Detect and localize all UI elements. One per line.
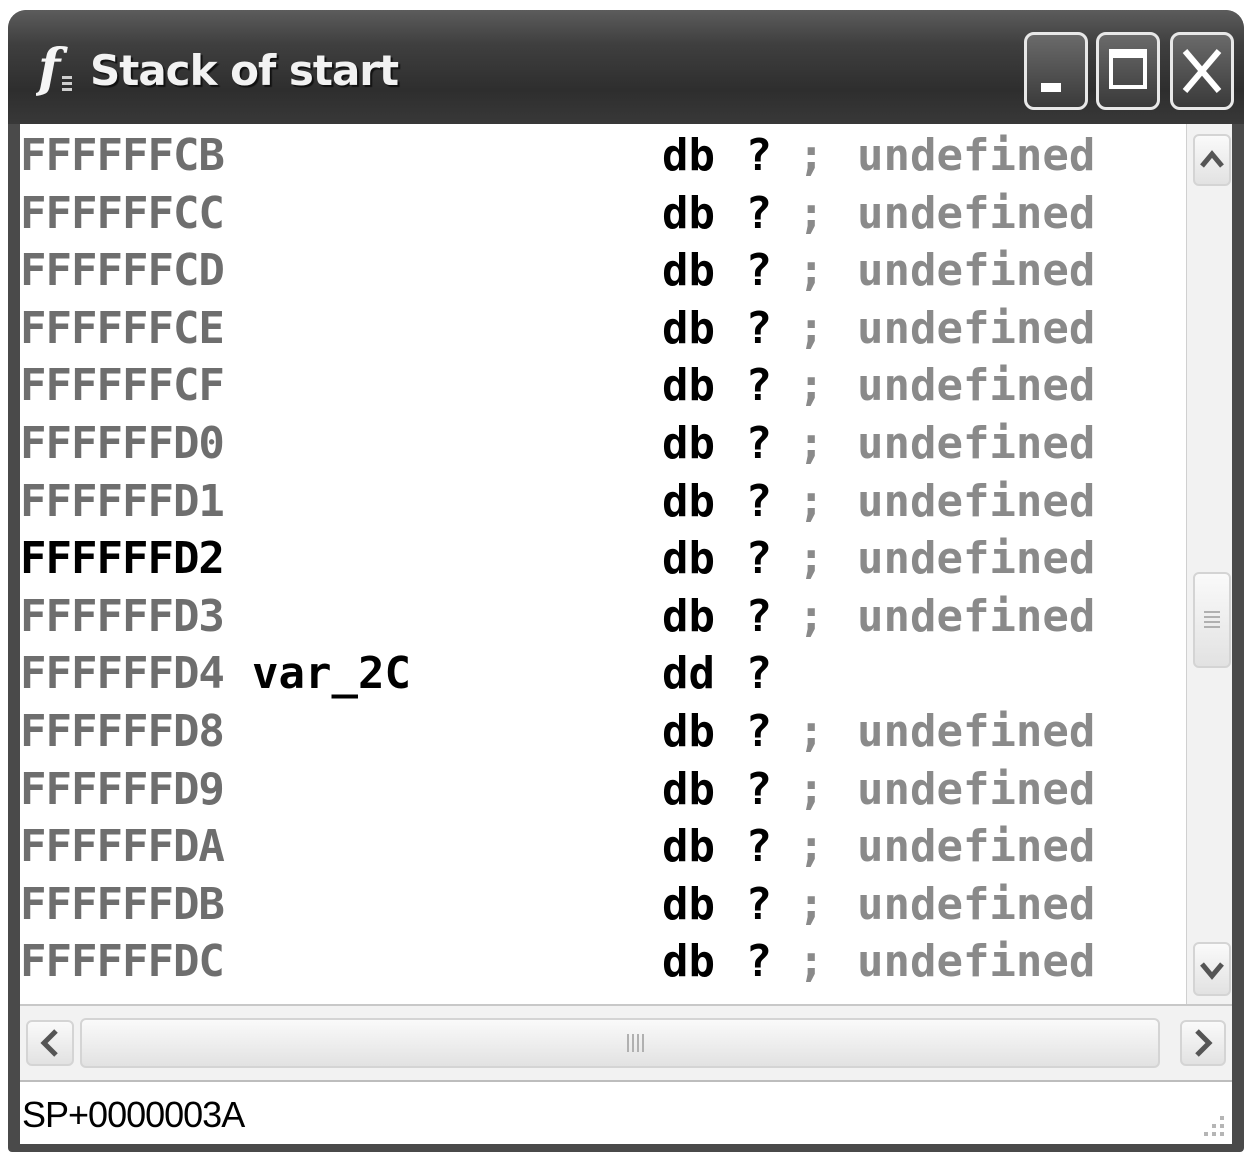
stack-row[interactable]: FFFFFFDC db ? ; undefined (20, 930, 1186, 988)
row-comment: ; undefined (798, 821, 1096, 873)
data-directive: db ? (662, 130, 772, 181)
stack-row[interactable]: FFFFFFCD db ? ; undefined (20, 239, 1186, 297)
data-directive: db ? (662, 475, 772, 527)
stack-offset: FFFFFFDA (20, 821, 225, 873)
stack-offset: FFFFFFCB (20, 130, 225, 181)
stack-offset: FFFFFFD0 (20, 418, 225, 469)
row-comment: ; undefined (798, 475, 1096, 527)
row-comment: ; undefined (798, 130, 1096, 181)
scroll-left-button[interactable] (26, 1020, 74, 1066)
grip-lines-icon (627, 1034, 644, 1052)
status-bar: SP+0000003A (20, 1080, 1232, 1144)
close-button[interactable] (1170, 32, 1234, 110)
stack-row[interactable]: FFFFFFCF db ? ; undefined (20, 354, 1186, 412)
stack-listing[interactable]: FFFFFFCB db ? ; undefined FFFFFFCC db ? ; und… (20, 124, 1186, 1004)
chevron-left-icon (40, 1029, 58, 1057)
maximize-button[interactable] (1096, 32, 1160, 110)
stack-row[interactable]: FFFFFFD3 db ? ; undefined (20, 585, 1186, 643)
grip-lines-icon (1204, 611, 1220, 628)
stack-offset: FFFFFFD2 (20, 533, 225, 585)
row-comment: ; undefined (798, 187, 1096, 239)
row-comment: ; undefined (798, 878, 1096, 930)
row-comment: ; undefined (798, 245, 1096, 297)
stack-offset: FFFFFFCD (20, 245, 225, 297)
stack-window: f Stack of start FFFFFFCB db ? ; undefined… (8, 10, 1244, 1152)
stack-row[interactable]: FFFFFFD1 db ? ; undefined (20, 470, 1186, 528)
stack-row[interactable]: FFFFFFD4 var_2C dd ? (20, 642, 1186, 700)
vertical-scrollbar[interactable] (1186, 124, 1232, 1004)
stack-row[interactable]: FFFFFFD0 db ? ; undefined (20, 412, 1186, 470)
data-directive: db ? (662, 878, 772, 930)
stack-row[interactable]: FFFFFFD2 db ? ; undefined (20, 527, 1186, 585)
title-bar[interactable]: f Stack of start (8, 10, 1244, 124)
maximize-icon (1109, 49, 1147, 89)
variable-name[interactable]: var_2C (252, 648, 411, 699)
data-directive: db ? (662, 418, 772, 469)
function-icon: f (36, 38, 72, 99)
row-comment: ; undefined (798, 302, 1096, 354)
stack-offset: FFFFFFCC (20, 187, 225, 239)
scroll-up-button[interactable] (1193, 134, 1231, 186)
client-area: FFFFFFCB db ? ; undefined FFFFFFCC db ? ; und… (20, 124, 1232, 1144)
data-directive: db ? (662, 360, 772, 412)
vertical-scroll-thumb[interactable] (1193, 572, 1231, 668)
row-comment: ; undefined (798, 360, 1096, 412)
stack-row[interactable]: FFFFFFD8 db ? ; undefined (20, 700, 1186, 758)
row-comment: ; undefined (798, 706, 1096, 757)
scroll-down-button[interactable] (1193, 942, 1231, 996)
stack-row[interactable]: FFFFFFCC db ? ; undefined (20, 182, 1186, 240)
stack-offset: FFFFFFCF (20, 360, 225, 412)
row-comment: ; undefined (798, 590, 1096, 642)
minimize-button[interactable] (1024, 32, 1088, 110)
data-directive: db ? (662, 763, 772, 815)
data-directive: dd ? (662, 648, 772, 700)
data-directive: db ? (662, 245, 772, 297)
stack-offset: FFFFFFDC (20, 936, 225, 988)
stack-row[interactable]: FFFFFFCE db ? ; undefined (20, 297, 1186, 355)
row-comment: ; undefined (798, 936, 1096, 988)
stack-offset: FFFFFFDB (20, 878, 225, 930)
horizontal-scroll-thumb[interactable] (80, 1018, 1160, 1068)
row-comment: ; undefined (798, 533, 1096, 585)
data-directive: db ? (662, 590, 772, 642)
stack-offset: FFFFFFD8 (20, 706, 225, 757)
stack-row[interactable]: FFFFFFDB db ? ; undefined (20, 873, 1186, 931)
data-directive: db ? (662, 187, 772, 239)
stack-pointer-status: SP+0000003A (22, 1094, 245, 1135)
stack-offset: FFFFFFD3 (20, 590, 225, 642)
data-directive: db ? (662, 706, 772, 757)
window-title: Stack of start (90, 46, 399, 95)
stack-offset: FFFFFFD1 (20, 475, 225, 527)
stack-row[interactable]: FFFFFFCB db ? ; undefined (20, 124, 1186, 182)
horizontal-scrollbar[interactable] (20, 1004, 1232, 1080)
data-directive: db ? (662, 302, 772, 354)
row-comment: ; undefined (798, 763, 1096, 815)
close-icon (1182, 49, 1222, 93)
stack-row[interactable]: FFFFFFD9 db ? ; undefined (20, 758, 1186, 816)
stack-offset: FFFFFFD9 (20, 763, 225, 815)
chevron-up-icon (1200, 150, 1224, 168)
stack-row[interactable]: FFFFFFDA db ? ; undefined (20, 815, 1186, 873)
resize-grip-icon[interactable] (1198, 1110, 1228, 1140)
row-comment: ; undefined (798, 418, 1096, 469)
data-directive: db ? (662, 533, 772, 585)
chevron-down-icon (1200, 962, 1224, 980)
stack-offset: FFFFFFCE (20, 302, 225, 354)
scroll-right-button[interactable] (1180, 1020, 1226, 1066)
data-directive: db ? (662, 821, 772, 873)
chevron-right-icon (1195, 1029, 1213, 1057)
data-directive: db ? (662, 936, 772, 988)
stack-offset: FFFFFFD4 (20, 648, 225, 700)
minimize-icon (1041, 83, 1061, 92)
